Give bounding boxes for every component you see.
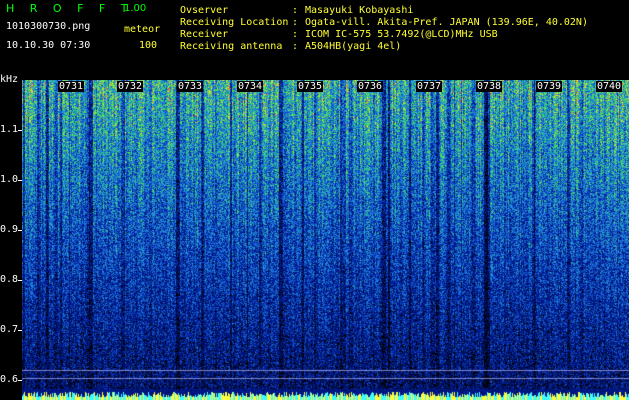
y-tick-0-6: 0.6 — [0, 374, 19, 385]
time-label: 0740 — [596, 81, 623, 92]
antenna-value: A504HB(yagi 4el) — [305, 41, 402, 52]
receiver-value: ICOM IC-575 53.7492(@LCD)MHz USB — [305, 29, 498, 40]
time-label: 0734 — [237, 81, 264, 92]
antenna-label: Receiving antenna — [180, 41, 283, 52]
mode-label: meteor — [124, 24, 161, 35]
location-label: Receiving Location — [180, 17, 289, 28]
file-name: 1010300730.png — [6, 21, 91, 32]
app-version: 1.00 — [124, 3, 147, 14]
spectrogram-canvas — [22, 80, 629, 400]
gain-value: 100 — [139, 40, 158, 51]
spectrogram-panel — [22, 80, 629, 400]
app-title: H R O F F T — [6, 2, 134, 15]
time-label: 0735 — [297, 81, 324, 92]
y-tick-1-0: 1.0 — [0, 174, 19, 185]
time-label: 0736 — [357, 81, 384, 92]
receiver-label: Receiver — [180, 29, 229, 40]
location-colon: : — [292, 17, 299, 28]
y-unit-label: kHz — [0, 74, 19, 85]
time-label: 0731 — [58, 81, 85, 92]
frequency-axis: kHz 1.1 1.0 0.9 0.8 0.7 0.6 — [0, 74, 22, 400]
time-label: 0732 — [117, 81, 144, 92]
time-label: 0739 — [536, 81, 563, 92]
date-time: 10.10.30 07:30 — [6, 40, 91, 51]
observer-label: Ovserver — [180, 5, 229, 16]
y-tick-1-1: 1.1 — [0, 124, 19, 135]
location-value: Ogata-vill. Akita-Pref. JAPAN (139.96E, … — [305, 17, 588, 28]
observer-value: Masayuki Kobayashi — [305, 5, 414, 16]
time-label: 0737 — [416, 81, 443, 92]
time-label: 0738 — [476, 81, 503, 92]
y-tick-0-8: 0.8 — [0, 274, 19, 285]
header-panel: H R O F F T 1.00 1010300730.png meteor 1… — [0, 0, 629, 80]
y-tick-0-9: 0.9 — [0, 224, 19, 235]
receiver-colon: : — [292, 29, 299, 40]
observer-colon: : — [292, 5, 299, 16]
time-label: 0733 — [177, 81, 204, 92]
antenna-colon: : — [292, 41, 299, 52]
y-tick-0-7: 0.7 — [0, 324, 19, 335]
